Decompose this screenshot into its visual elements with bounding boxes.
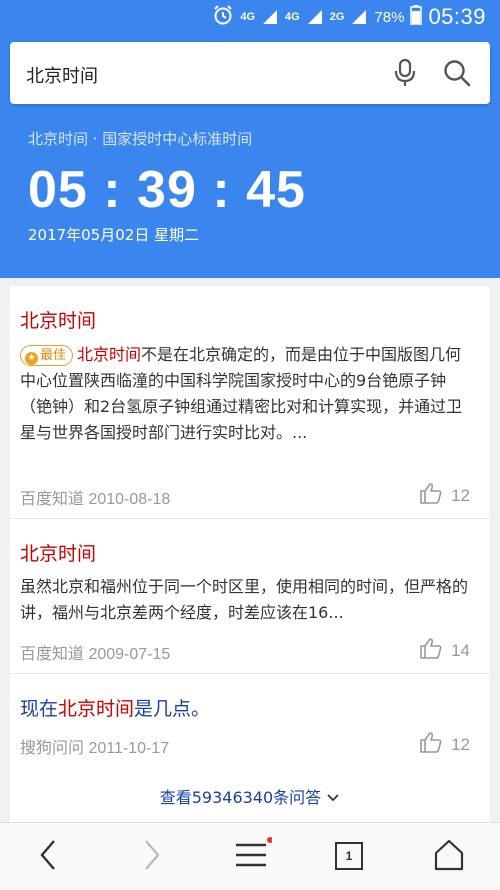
like-count: 12 bbox=[451, 485, 470, 505]
list-item[interactable]: 现在北京时间是几点。 搜狗问问 2011-10-17 12 bbox=[10, 674, 490, 768]
forward-icon[interactable] bbox=[138, 837, 164, 877]
result-snippet: ★ 最佳 北京时间不是在北京确定的，而是由位于中国版图几何中心位置陕西临潼的中国科学… bbox=[20, 345, 463, 442]
signal-icon bbox=[350, 6, 368, 28]
result-source: 搜狗问问 2011-10-17 bbox=[20, 740, 170, 757]
like-button[interactable]: 12 bbox=[419, 482, 470, 509]
star-icon: ★ bbox=[25, 352, 38, 365]
alarm-icon bbox=[212, 4, 234, 30]
list-item[interactable]: 北京时间 ★ 最佳 北京时间不是在北京确定的，而是由位于中国版图几何中心位置陕西临潼… bbox=[10, 286, 490, 519]
microphone-icon[interactable] bbox=[392, 58, 418, 92]
tab-count: 1 bbox=[345, 849, 353, 863]
search-icon[interactable] bbox=[442, 58, 472, 92]
battery-percent: 78% bbox=[374, 8, 405, 26]
result-snippet: 虽然北京和福州位于同一个时区里，使用相同的时间，但严格的讲，福州与北京差两个经度… bbox=[20, 577, 469, 622]
network-type-2: 4G bbox=[285, 10, 300, 23]
view-more-link[interactable]: 查看59346340条问答 bbox=[10, 784, 490, 808]
back-icon[interactable] bbox=[36, 837, 62, 877]
home-icon[interactable] bbox=[432, 837, 466, 877]
status-bar: 4G 4G 2G 78% 05:39 bbox=[0, 0, 500, 36]
current-time: 05 : 39 : 45 bbox=[28, 161, 306, 219]
battery-icon bbox=[410, 5, 423, 29]
thumbs-up-icon bbox=[419, 731, 443, 758]
thumbs-up-icon bbox=[419, 482, 443, 509]
time-card: 北京时间 北京时间 · 国家授时中心标准时间 05 : 39 : 45 2017… bbox=[0, 36, 500, 278]
like-count: 12 bbox=[451, 734, 470, 754]
result-source: 百度知道 2009-07-15 bbox=[20, 646, 171, 663]
chevron-down-icon bbox=[326, 788, 340, 807]
result-title[interactable]: 北京时间 bbox=[20, 306, 96, 333]
thumbs-up-icon bbox=[419, 637, 443, 664]
current-date: 2017年05月02日 星期二 bbox=[28, 226, 200, 244]
network-type-1: 4G bbox=[240, 10, 256, 23]
signal-icon bbox=[261, 6, 279, 28]
network-type-3: 2G bbox=[329, 10, 345, 23]
qa-results: 北京时间 ★ 最佳 北京时间不是在北京确定的，而是由位于中国版图几何中心位置陕西临潼… bbox=[10, 286, 490, 822]
search-input[interactable]: 北京时间 bbox=[26, 62, 98, 88]
like-count: 14 bbox=[451, 640, 470, 660]
bottom-nav: 1 bbox=[0, 822, 500, 890]
tabs-button[interactable]: 1 bbox=[334, 841, 364, 871]
like-button[interactable]: 14 bbox=[419, 637, 470, 664]
list-item[interactable]: 北京时间 虽然北京和福州位于同一个时区里，使用相同的时间，但严格的讲，福州与北京… bbox=[10, 519, 490, 674]
menu-icon[interactable] bbox=[232, 837, 273, 877]
signal-icon bbox=[306, 6, 324, 28]
result-source: 百度知道 2010-08-18 bbox=[20, 491, 171, 508]
clock: 05:39 bbox=[428, 4, 486, 29]
like-button[interactable]: 12 bbox=[419, 731, 470, 758]
search-box[interactable]: 北京时间 bbox=[10, 42, 490, 104]
result-title[interactable]: 现在北京时间是几点。 bbox=[20, 694, 210, 721]
result-title[interactable]: 北京时间 bbox=[20, 539, 96, 566]
best-answer-badge: ★ 最佳 bbox=[20, 345, 74, 366]
time-source-label: 北京时间 · 国家授时中心标准时间 bbox=[28, 130, 253, 148]
